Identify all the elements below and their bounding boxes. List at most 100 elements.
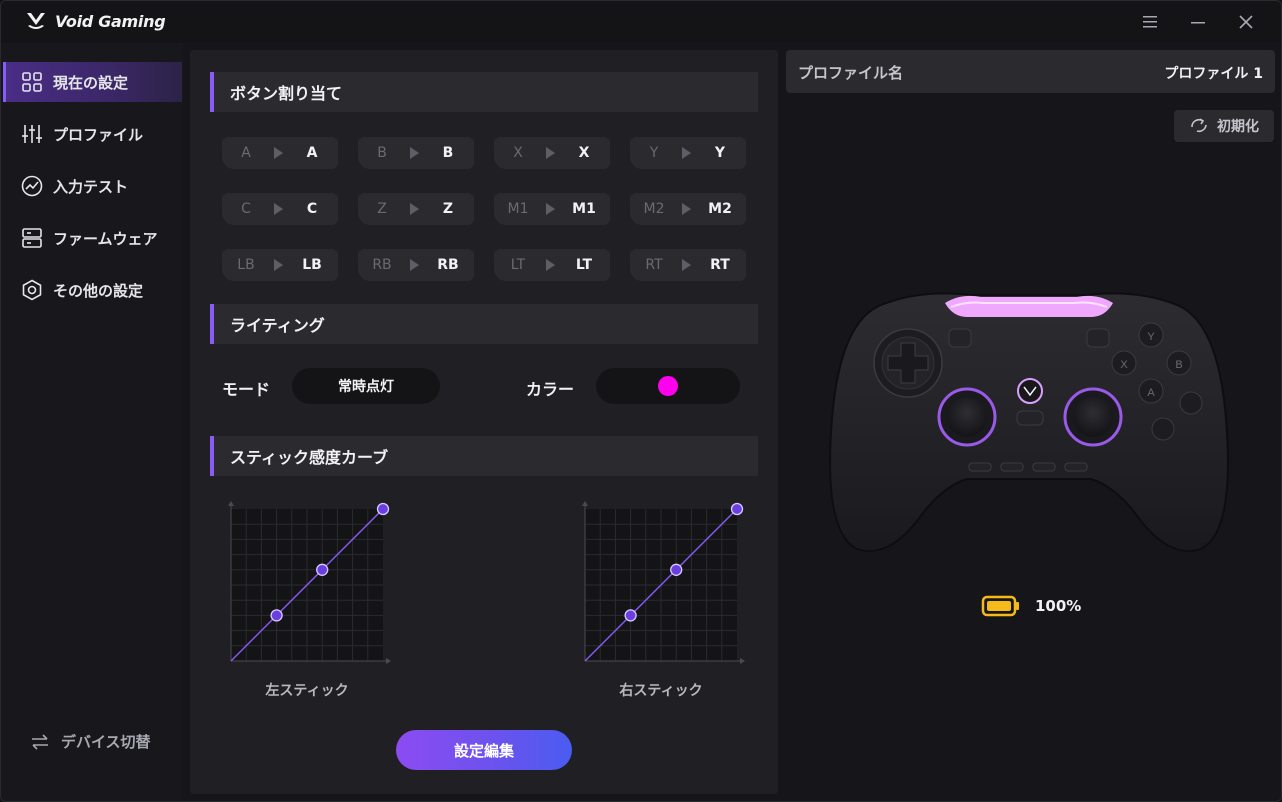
app-title: Void Gaming [55, 11, 166, 31]
map-source-label: LB [237, 257, 255, 273]
map-target-label: LT [575, 257, 593, 273]
sidebar-item-label: ファームウェア [53, 229, 158, 248]
map-arrow-icon [682, 147, 691, 159]
map-target-label: M1 [572, 201, 596, 217]
device-switch-button[interactable]: デバイス切替 [29, 731, 151, 752]
map-target-label: B [442, 145, 454, 161]
map-source-label: RT [645, 257, 663, 273]
map-target-label: RT [710, 257, 730, 273]
app-logo: Void Gaming [25, 11, 166, 31]
lighting-mode-select[interactable]: 常時点灯 [292, 368, 440, 404]
curve-point[interactable] [376, 502, 390, 516]
menu-button[interactable] [1137, 9, 1163, 35]
lighting-heading: ライティング [210, 304, 758, 344]
button-map-lt[interactable]: LT LT [494, 249, 610, 281]
map-target-label: RB [437, 257, 459, 273]
lighting-color-label: カラー [526, 380, 575, 399]
sidebar-item-profile[interactable]: プロファイル [3, 114, 182, 154]
app-window: Void Gaming 現在の設定 プロファイル 入力テスト ファームウェア そ… [0, 0, 1282, 802]
profile-name-label: プロファイル名 [798, 64, 904, 82]
map-target-label: M2 [708, 201, 732, 217]
map-arrow-icon [410, 147, 419, 159]
map-target-label: A [306, 145, 318, 161]
button-map-lb[interactable]: LB LB [222, 249, 338, 281]
map-target-label: Z [442, 201, 454, 217]
map-source-label: B [377, 145, 387, 161]
curve-point[interactable] [670, 563, 683, 576]
button-map-y[interactable]: YY [630, 137, 746, 169]
svg-text:Y: Y [1147, 331, 1155, 343]
map-source-label: M2 [643, 201, 665, 217]
button-map-b[interactable]: BB [358, 137, 474, 169]
y-axis-arrow [582, 501, 588, 506]
map-source-label: LT [510, 257, 526, 273]
minimize-icon [1191, 22, 1205, 24]
swap-icon [32, 733, 48, 750]
map-arrow-icon [682, 259, 691, 271]
curve-point[interactable] [730, 502, 744, 516]
sidebar-item-label: その他の設定 [53, 281, 144, 300]
chart-circle-icon [21, 175, 43, 197]
sidebar-item-label: 入力テスト [53, 177, 129, 196]
reset-label: 初期化 [1217, 119, 1259, 135]
map-arrow-icon [546, 147, 555, 159]
reset-icon [1191, 118, 1207, 133]
settings-panel: ボタン割り当て A A B B X X Y Y C C Z Z M1 M1 M2 M2 LB LB RB RB LT LT… [190, 50, 778, 794]
map-arrow-icon [274, 203, 283, 215]
sliders-icon [21, 123, 43, 145]
map-source-label: RB [372, 257, 392, 273]
sidebar-item-current-settings[interactable]: 現在の設定 [3, 62, 182, 102]
svg-text:X: X [1120, 359, 1128, 371]
button-map-rb[interactable]: RB RB [358, 249, 474, 281]
sidebar-item-label: 現在の設定 [53, 73, 129, 92]
map-source-label: X [513, 145, 523, 161]
close-button[interactable] [1233, 9, 1259, 35]
svg-text:B: B [1175, 359, 1182, 371]
button-map-z[interactable]: ZZ [358, 193, 474, 225]
title-bar: Void Gaming [1, 1, 1281, 43]
map-source-label: C [241, 201, 251, 217]
map-target-label: LB [302, 257, 322, 273]
map-target-label: C [306, 201, 318, 217]
button-map-rt[interactable]: RT RT [630, 249, 746, 281]
server-icon [21, 227, 43, 249]
minimize-button[interactable] [1185, 9, 1211, 35]
map-arrow-icon [546, 203, 555, 215]
button-map-c[interactable]: CC [222, 193, 338, 225]
sidebar-item-firmware[interactable]: ファームウェア [3, 218, 182, 258]
color-swatch [658, 376, 678, 396]
curve-point[interactable] [316, 563, 329, 576]
button-map-x[interactable]: XX [494, 137, 610, 169]
map-source-label: Z [377, 201, 387, 217]
left-stick-curve[interactable] [226, 500, 392, 666]
curve-point[interactable] [270, 609, 283, 622]
battery-level: 100% [1035, 597, 1082, 615]
device-switch-label: デバイス切替 [61, 733, 151, 751]
map-arrow-icon [410, 259, 419, 271]
button-map-m2[interactable]: M2 M2 [630, 193, 746, 225]
x-axis-arrow [386, 658, 391, 664]
left-stick-label: 左スティック [265, 683, 349, 699]
reset-button[interactable]: 初期化 [1174, 110, 1274, 142]
right-stick-curve[interactable] [580, 500, 746, 666]
lighting-color-picker[interactable] [596, 368, 740, 404]
button-map-a[interactable]: AA [222, 137, 338, 169]
battery-icon [981, 595, 1019, 617]
close-icon [1239, 15, 1253, 29]
button-map-m1[interactable]: M1 M1 [494, 193, 610, 225]
svg-text:A: A [1147, 387, 1155, 399]
sidebar-item-other-settings[interactable]: その他の設定 [3, 270, 182, 310]
edit-settings-button[interactable]: 設定編集 [396, 730, 572, 770]
void-logo-icon [27, 13, 45, 29]
profile-name-value: プロファイル 1 [1164, 66, 1263, 82]
battery-indicator: 100% [981, 595, 1081, 617]
button-mapping-heading: ボタン割り当て [210, 72, 758, 112]
curve-point[interactable] [624, 609, 637, 622]
map-arrow-icon [682, 203, 691, 215]
sidebar-item-input-test[interactable]: 入力テスト [3, 166, 182, 206]
map-source-label: Y [649, 145, 659, 161]
map-source-label: A [241, 145, 251, 161]
stick-curve-heading: スティック感度カーブ [210, 436, 758, 476]
map-source-label: M1 [507, 201, 529, 217]
map-target-label: Y [714, 145, 726, 161]
